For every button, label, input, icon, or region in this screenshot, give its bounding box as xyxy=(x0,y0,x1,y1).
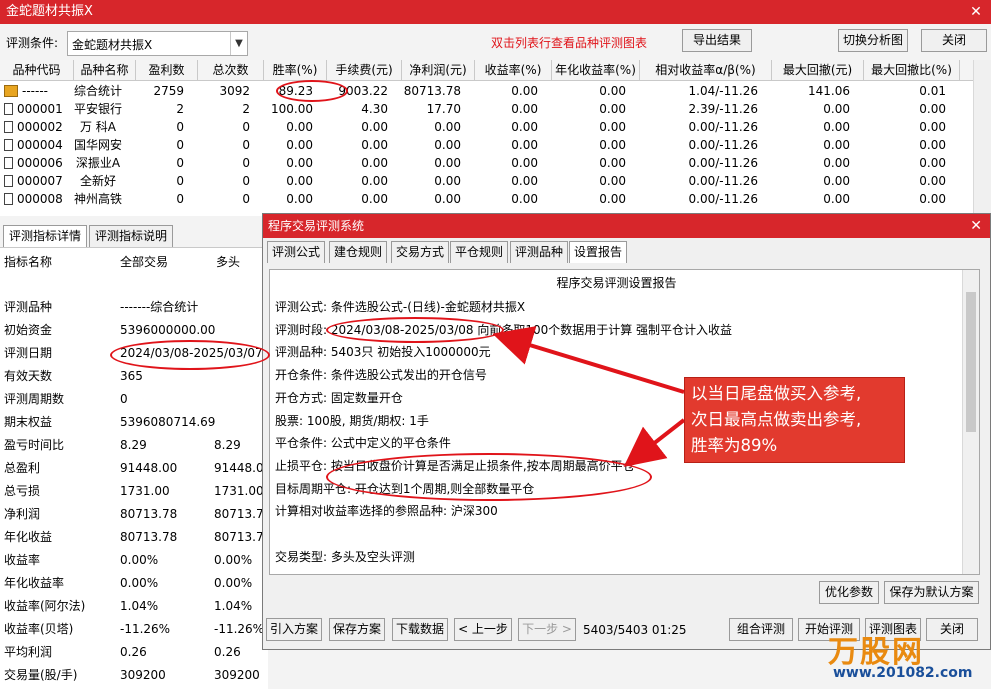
arrow-to-rule xyxy=(623,418,686,467)
brand-url: www.201082.com xyxy=(833,665,973,681)
arrow-to-period xyxy=(492,326,685,394)
brand-logo: 万股网 www.201082.com xyxy=(788,625,991,689)
callout-line: 胜率为89% xyxy=(691,436,778,455)
callout-line: 以当日尾盘做买入参考, xyxy=(691,384,862,403)
callout-line: 次日最高点做卖出参考, xyxy=(691,410,862,429)
annotation-arrows xyxy=(492,326,686,467)
annotation-callout: 以当日尾盘做买入参考, 次日最高点做卖出参考, 胜率为89% xyxy=(684,377,905,463)
app-window: 万股网 万股网 金蛇题材共振X ✕ 评测条件: 金蛇题材共振X ▼ 双击列表行查… xyxy=(0,0,991,689)
